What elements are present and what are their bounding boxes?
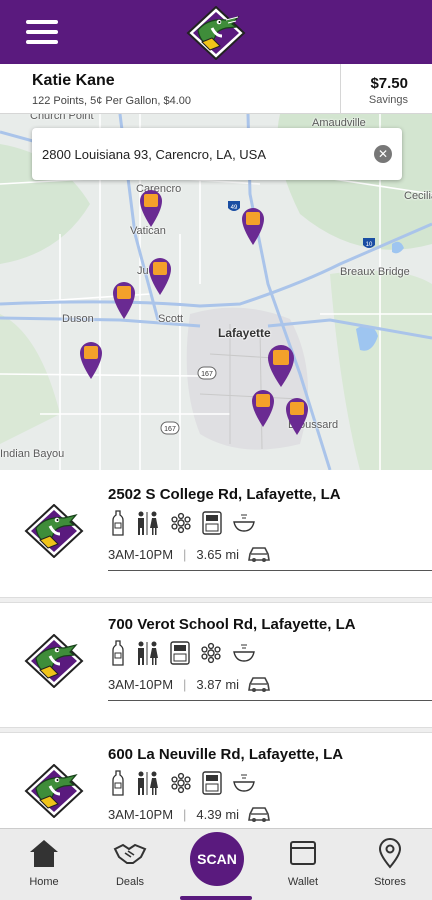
address-search-box[interactable]: ✕	[32, 128, 402, 180]
car-icon[interactable]	[247, 545, 271, 563]
food-bowl-icon	[233, 514, 255, 532]
cash-machine-icon	[202, 771, 222, 795]
map-pin-icon[interactable]	[111, 280, 137, 320]
savings-label: Savings	[368, 94, 408, 106]
interstate-shield-10: 10	[363, 238, 375, 248]
car-icon[interactable]	[247, 805, 271, 823]
restroom-icon	[138, 511, 158, 535]
store-logo	[24, 633, 84, 689]
divider	[340, 64, 341, 114]
store-hours: 3AM-10PM	[108, 676, 174, 692]
store-card[interactable]: 2502 S College Rd, Lafayette, LA 3AM-10P…	[0, 470, 432, 600]
card-divider	[108, 570, 432, 571]
map-pin-icon[interactable]	[250, 388, 276, 428]
scan-button[interactable]: SCAN	[190, 832, 244, 886]
svg-text:167: 167	[164, 426, 176, 433]
map-pin-icon[interactable]	[78, 340, 104, 380]
water-bottle-icon	[112, 510, 124, 536]
wallet-icon	[290, 841, 316, 865]
gator-logo[interactable]	[186, 5, 246, 61]
clear-icon[interactable]: ✕	[374, 145, 392, 163]
home-icon	[30, 840, 58, 867]
map-pin-icon[interactable]	[147, 256, 173, 296]
ice-icon	[201, 642, 221, 664]
account-summary[interactable]: Katie Kane 122 Points, 5¢ Per Gallon, $4…	[0, 64, 432, 114]
store-distance: 4.39 mi	[196, 806, 240, 822]
amenity-icons	[112, 640, 256, 666]
store-card[interactable]: 600 La Neuville Rd, Lafayette, LA 3AM-10…	[0, 730, 432, 828]
store-address[interactable]: 700 Verot School Rd, Lafayette, LA	[108, 616, 356, 633]
handshake-icon	[113, 843, 147, 864]
map-label-cecilia: Cecilia	[404, 190, 432, 202]
store-logo	[24, 763, 84, 819]
map-label-duson: Duson	[62, 313, 94, 325]
svg-text:49: 49	[231, 205, 238, 211]
cash-machine-icon	[202, 511, 222, 535]
cash-machine-icon	[170, 641, 190, 665]
store-card[interactable]: 700 Verot School Rd, Lafayette, LA 3AM-1…	[0, 600, 432, 730]
store-hours: 3AM-10PM	[108, 806, 174, 822]
water-bottle-icon	[112, 640, 124, 666]
nav-deals-label: Deals	[115, 876, 145, 888]
store-distance: 3.65 mi	[196, 546, 240, 562]
map-pin-icon[interactable]	[284, 396, 310, 436]
map-label-scott: Scott	[158, 313, 184, 325]
map-label-church-point: Church Point	[30, 114, 94, 122]
food-bowl-icon	[233, 644, 255, 662]
scan-indicator	[180, 896, 252, 900]
ice-icon	[171, 772, 191, 794]
store-address[interactable]: 2502 S College Rd, Lafayette, LA	[108, 486, 341, 503]
store-distance: 3.87 mi	[196, 676, 240, 692]
map-pin-icon[interactable]	[138, 188, 164, 228]
nav-home[interactable]: Home	[9, 837, 79, 888]
svg-text:167: 167	[201, 371, 213, 378]
map-pin-icon[interactable]	[266, 344, 296, 388]
app-root: Katie Kane 122 Points, 5¢ Per Gallon, $4…	[0, 0, 432, 900]
nav-stores[interactable]: Stores	[355, 837, 425, 888]
savings-value: $7.50	[370, 75, 408, 92]
bottom-navigation: Home Deals SCAN Wallet Stores	[0, 828, 432, 900]
separator: |	[183, 546, 187, 562]
store-info: 3AM-10PM | 3.65 mi	[108, 545, 271, 563]
address-search-input[interactable]	[42, 142, 362, 166]
separator: |	[183, 806, 187, 822]
route-shield-167-south: 167	[160, 421, 180, 435]
amenity-icons	[112, 770, 256, 796]
account-details: 122 Points, 5¢ Per Gallon, $4.00	[32, 95, 191, 107]
food-bowl-icon	[233, 774, 255, 792]
store-info: 3AM-10PM | 3.87 mi	[108, 675, 271, 693]
interstate-shield-49: 49	[228, 201, 240, 211]
ice-icon	[171, 512, 191, 534]
route-shield-167: 167	[197, 366, 217, 380]
water-bottle-icon	[112, 770, 124, 796]
car-icon[interactable]	[247, 675, 271, 693]
nav-home-label: Home	[29, 876, 59, 888]
nav-wallet-label: Wallet	[287, 876, 319, 888]
nav-wallet[interactable]: Wallet	[268, 837, 338, 888]
hamburger-menu-icon[interactable]	[26, 20, 58, 46]
svg-text:10: 10	[366, 242, 373, 248]
store-hours: 3AM-10PM	[108, 546, 174, 562]
amenity-icons	[112, 510, 256, 536]
map-label-breaux-bridge: Breaux Bridge	[340, 266, 410, 278]
nav-deals[interactable]: Deals	[95, 837, 165, 888]
restroom-icon	[138, 641, 158, 665]
location-pin-icon	[378, 838, 402, 869]
store-logo	[24, 503, 84, 559]
separator: |	[183, 676, 187, 692]
store-info: 3AM-10PM | 4.39 mi	[108, 805, 271, 823]
account-name: Katie Kane	[32, 72, 115, 89]
map-label-indian-bayou: Indian Bayou	[0, 448, 65, 460]
map-pin-icon[interactable]	[240, 206, 266, 246]
restroom-icon	[138, 771, 158, 795]
map-label-lafayette: Lafayette	[218, 326, 271, 340]
store-address[interactable]: 600 La Neuville Rd, Lafayette, LA	[108, 746, 343, 763]
card-divider	[108, 700, 432, 701]
store-list[interactable]: 2502 S College Rd, Lafayette, LA 3AM-10P…	[0, 470, 432, 828]
top-bar	[0, 0, 432, 64]
nav-stores-label: Stores	[374, 876, 406, 888]
